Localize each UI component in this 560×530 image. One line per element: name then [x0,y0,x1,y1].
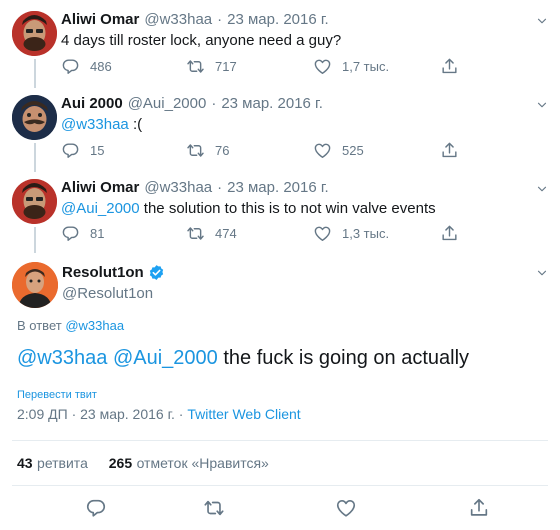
reply-button[interactable]: 15 [61,141,104,160]
like-count: 525 [342,143,364,158]
tweet-date[interactable]: 23 мар. 2016 г. [227,11,329,28]
chevron-down-icon[interactable] [535,98,549,112]
thread-line [34,227,36,253]
retweet-icon [186,57,205,76]
reply-icon [61,141,80,160]
divider [12,485,548,486]
reply-icon [61,224,80,243]
reply-button[interactable] [85,497,107,519]
retweet-stat[interactable]: 43 ретвита [17,455,92,472]
share-icon [468,497,490,519]
retweet-count: 76 [215,143,230,158]
tweet-text: @w33haa :( [61,116,143,133]
author-name[interactable]: Aui 2000 [61,95,123,112]
tweet-text: @w33haa @Aui_2000 the fuck is going on a… [17,347,470,369]
like-button[interactable]: 1,3 тыс. [313,224,389,243]
chevron-down-icon[interactable] [535,14,549,28]
tweet-timestamp[interactable]: 2:09 ДП · 23 мар. 2016 г. · [17,406,183,422]
share-icon [440,141,459,160]
thread-line [34,143,36,172]
divider [12,440,548,441]
author-handle[interactable]: @w33haa [144,179,212,196]
heart-icon [313,224,332,243]
reply-count: 486 [90,59,112,74]
translate-link[interactable]: Перевести твит [17,389,97,401]
tweet-text: @Aui_2000 the solution to this is to not… [61,200,436,217]
reply-count: 81 [90,226,105,241]
mention-link[interactable]: @w33haa [61,116,129,133]
avatar[interactable] [12,95,57,140]
retweet-button[interactable] [203,497,225,519]
heart-icon [313,57,332,76]
thread-line [34,59,36,88]
author-handle[interactable]: @w33haa [144,11,212,28]
retweet-icon [186,224,205,243]
retweet-icon [203,497,225,519]
author-handle[interactable]: @Resolut1on [62,285,153,302]
verified-badge-icon [149,265,163,280]
like-count: 1,7 тыс. [342,59,390,74]
heart-icon [335,497,357,519]
share-button[interactable] [440,141,459,160]
tweet-date[interactable]: 23 мар. 2016 г. [221,95,323,112]
tweet-text: 4 days till roster lock, anyone need a g… [61,32,342,49]
retweet-icon [186,141,205,160]
share-icon [440,57,459,76]
reply-icon [61,57,80,76]
retweet-count: 474 [215,226,237,241]
client-link[interactable]: Twitter Web Client [187,406,300,422]
chevron-down-icon[interactable] [535,266,549,280]
author-name[interactable]: Aliwi Omar [61,179,139,196]
like-button[interactable]: 525 [313,141,364,160]
retweet-button[interactable]: 717 [186,57,237,76]
author-name[interactable]: Resolut1on [62,264,144,281]
reply-button[interactable]: 486 [61,57,112,76]
author-name[interactable]: Aliwi Omar [61,11,139,28]
avatar[interactable] [12,262,58,308]
reply-to-label: В ответ [17,318,62,333]
share-button[interactable] [440,57,459,76]
mention-link[interactable]: @Aui_2000 [61,200,140,217]
reply-to-link[interactable]: @w33haa [65,318,124,333]
chevron-down-icon[interactable] [535,182,549,196]
author-handle[interactable]: @Aui_2000 [128,95,207,112]
like-button[interactable]: 1,7 тыс. [313,57,389,76]
reply-count: 15 [90,143,105,158]
retweet-button[interactable]: 76 [186,141,229,160]
retweet-count: 717 [215,59,237,74]
share-button[interactable] [440,224,459,243]
avatar[interactable] [12,11,57,56]
like-stat[interactable]: 265 отметок «Нравится» [109,455,269,472]
share-button[interactable] [468,497,490,519]
reply-icon [85,497,107,519]
share-icon [440,224,459,243]
heart-icon [313,141,332,160]
like-count: 1,3 тыс. [342,226,390,241]
retweet-button[interactable]: 474 [186,224,237,243]
reply-button[interactable]: 81 [61,224,104,243]
tweet-date[interactable]: 23 мар. 2016 г. [227,179,329,196]
like-button[interactable] [335,497,357,519]
avatar[interactable] [12,179,57,224]
mention-link[interactable]: @w33haa [17,347,107,369]
mention-link[interactable]: @Aui_2000 [113,347,218,369]
